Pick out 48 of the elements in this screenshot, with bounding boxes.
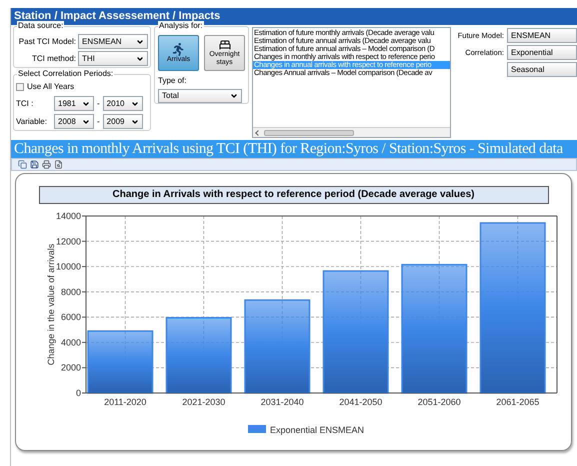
legend-label: Exponential ENSMEAN [270, 425, 364, 435]
save-icon[interactable] [30, 160, 39, 169]
field-label: TCI : [16, 98, 34, 110]
bar [87, 330, 154, 394]
season-dropdown[interactable]: Seasonal [507, 62, 577, 77]
y-tick-label: 0 [76, 388, 81, 398]
checkbox-label: Use All Years [27, 81, 74, 93]
field-label: Past TCI Model: [18, 36, 76, 48]
x-tick-label: 2021-2030 [182, 397, 226, 407]
copy-icon[interactable] [18, 160, 27, 169]
results-title-bar: Changes in monthly Arrivals using TCI (THI) for Region:Syros / Station:Syros - Simulated data [11, 140, 577, 158]
type-dropdown[interactable]: Total [158, 89, 242, 103]
y-tick-label: 6000 [60, 312, 81, 322]
group-label: Data source: [17, 21, 64, 31]
correlation-dropdown[interactable]: Exponential [507, 45, 577, 60]
horizontal-scrollbar[interactable] [253, 127, 450, 137]
x-tick-label: 2051-2060 [418, 397, 461, 407]
y-axis-title: Change in the value of arrivals [46, 244, 56, 366]
y-tick-label: 10000 [56, 262, 81, 272]
bed-icon [218, 39, 230, 51]
y-tick-label: 12000 [56, 236, 81, 246]
past-model-dropdown[interactable]: ENSMEAN [78, 34, 148, 49]
y-tick-label: 2000 [60, 362, 81, 373]
y-tick-label: 4000 [60, 337, 81, 348]
print-preview-icon[interactable] [54, 160, 63, 169]
group-label: Analysis for: [158, 21, 204, 31]
x-tick-label: 2061-2065 [496, 397, 540, 407]
field-label: TCI method: [32, 52, 76, 64]
year-dropdown[interactable]: 2009 [102, 114, 143, 129]
print-icon[interactable] [42, 160, 51, 169]
x-tick-label: 2011-2020 [104, 397, 146, 407]
range-separator: - [96, 116, 101, 128]
checkbox[interactable] [16, 83, 24, 91]
x-tick-label: 2031-2040 [260, 397, 304, 407]
future-model-dropdown[interactable]: ENSMEAN [507, 28, 577, 43]
x-tick-label: 2041-2050 [339, 397, 382, 407]
y-tick-label: 8000 [60, 286, 81, 297]
year-dropdown[interactable]: 2008 [54, 114, 94, 129]
group-label: Select Correlation Periods: [17, 69, 114, 79]
chart-title: Change in Arrivals with respect to reference period (Decade average values) [38, 186, 548, 204]
runner-icon [172, 42, 185, 56]
field-label: Variable: [16, 116, 48, 128]
range-separator: - [96, 98, 101, 110]
year-dropdown[interactable]: 1981 [54, 96, 94, 111]
y-tick-label: 14000 [56, 211, 81, 221]
year-dropdown[interactable]: 2010 [102, 96, 143, 111]
field-label: Type of: [158, 75, 188, 87]
tci-method-dropdown[interactable]: THI [78, 51, 148, 66]
